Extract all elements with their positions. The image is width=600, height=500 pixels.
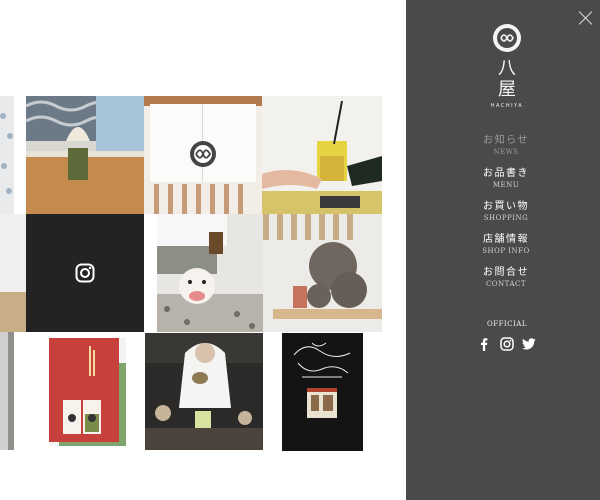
- photo-tile-pattern-edge[interactable]: [0, 96, 14, 214]
- menu-item-shopping[interactable]: お買い物 SHOPPING: [456, 201, 556, 223]
- menu-item-label: お買い物: [483, 201, 529, 212]
- brand-logo[interactable]: [493, 24, 521, 52]
- instagram-tile[interactable]: [26, 214, 144, 332]
- menu-item-shop-info[interactable]: 店舗情報 SHOP INFO: [456, 234, 556, 256]
- photo-tile-tea-handover[interactable]: [262, 96, 382, 214]
- photo-tile-brown-poodle[interactable]: [263, 214, 382, 332]
- photo-tile-noren-curtain[interactable]: [144, 96, 262, 214]
- menu-item-sublabel: NEWS: [493, 148, 519, 156]
- instagram-icon[interactable]: [500, 337, 514, 351]
- menu-item-label: お知らせ: [483, 135, 529, 146]
- twitter-icon[interactable]: [522, 337, 536, 351]
- brand-kanji-top: 八: [498, 58, 516, 79]
- photo-tile-red-card-dessert[interactable]: [49, 338, 126, 446]
- brand-kanji-bottom: 屋: [498, 79, 516, 100]
- brand-name-latin: HACHIYA: [490, 103, 524, 109]
- menu-item-sublabel: SHOPPING: [483, 214, 529, 222]
- photo-tile-soft-serve-counter[interactable]: [26, 96, 144, 214]
- infinity-logo-icon: [500, 34, 514, 42]
- menu-item-label: お問合せ: [483, 267, 529, 278]
- menu-item-menu[interactable]: お品書き MENU: [456, 168, 556, 190]
- menu-item-sublabel: MENU: [492, 181, 520, 189]
- menu-item-label: お品書き: [483, 168, 529, 179]
- menu-item-sublabel: CONTACT: [485, 280, 527, 288]
- instagram-icon: [75, 263, 95, 283]
- close-icon[interactable]: [578, 10, 594, 26]
- photo-tile-illustration[interactable]: [282, 333, 363, 451]
- menu-item-contact[interactable]: お問合せ CONTACT: [456, 267, 556, 289]
- facebook-icon[interactable]: [480, 337, 488, 351]
- photo-tile-curtain-edge[interactable]: [0, 214, 26, 332]
- photo-tile-white-dog[interactable]: [157, 214, 263, 332]
- official-label: OFFICIAL: [486, 320, 528, 328]
- menu-item-label: 店舗情報: [483, 234, 529, 245]
- photo-tile-tea-ceremony[interactable]: [145, 333, 263, 450]
- menu-item-sublabel: SHOP INFO: [482, 247, 530, 255]
- menu-item-news[interactable]: お知らせ NEWS: [456, 135, 556, 157]
- photo-tile-wall-edge[interactable]: [0, 332, 14, 450]
